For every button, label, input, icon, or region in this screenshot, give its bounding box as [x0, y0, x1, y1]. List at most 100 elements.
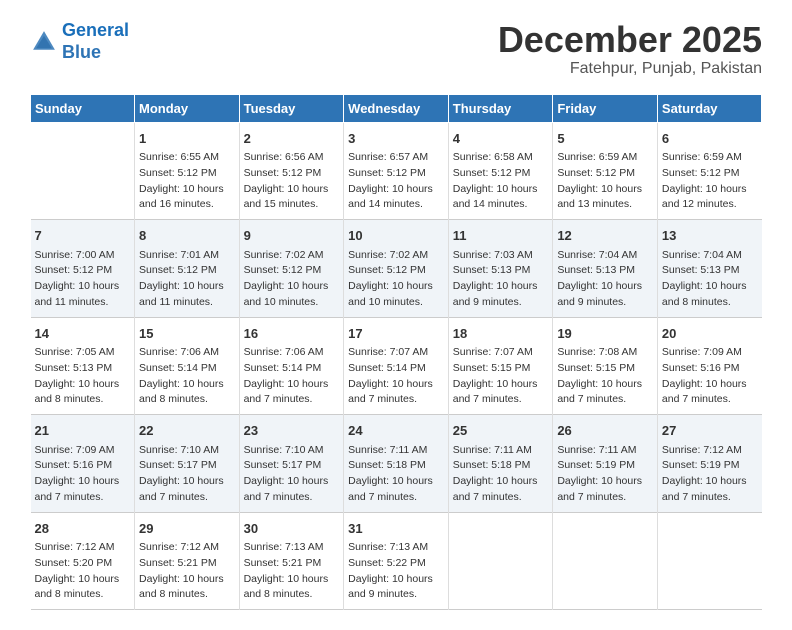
logo: General Blue [30, 20, 129, 63]
weekday-header: Thursday [448, 94, 553, 122]
day-info: Sunrise: 7:02 AM Sunset: 5:12 PM Dayligh… [244, 248, 340, 311]
calendar-cell: 22Sunrise: 7:10 AM Sunset: 5:17 PM Dayli… [135, 415, 240, 513]
day-info: Sunrise: 6:56 AM Sunset: 5:12 PM Dayligh… [244, 150, 340, 213]
day-info: Sunrise: 7:09 AM Sunset: 5:16 PM Dayligh… [662, 345, 758, 408]
day-number: 1 [139, 129, 235, 149]
calendar-week-row: 1Sunrise: 6:55 AM Sunset: 5:12 PM Daylig… [31, 122, 762, 220]
day-number: 24 [348, 421, 444, 441]
weekday-header: Tuesday [239, 94, 344, 122]
logo-icon [30, 28, 58, 56]
calendar-cell [553, 512, 658, 610]
calendar-cell: 23Sunrise: 7:10 AM Sunset: 5:17 PM Dayli… [239, 415, 344, 513]
weekday-header: Saturday [657, 94, 761, 122]
day-info: Sunrise: 7:12 AM Sunset: 5:21 PM Dayligh… [139, 540, 235, 603]
day-info: Sunrise: 7:02 AM Sunset: 5:12 PM Dayligh… [348, 248, 444, 311]
calendar-cell: 6Sunrise: 6:59 AM Sunset: 5:12 PM Daylig… [657, 122, 761, 220]
calendar-cell: 11Sunrise: 7:03 AM Sunset: 5:13 PM Dayli… [448, 220, 553, 318]
calendar-cell: 4Sunrise: 6:58 AM Sunset: 5:12 PM Daylig… [448, 122, 553, 220]
calendar-week-row: 14Sunrise: 7:05 AM Sunset: 5:13 PM Dayli… [31, 317, 762, 415]
day-number: 3 [348, 129, 444, 149]
day-number: 14 [35, 324, 131, 344]
calendar-cell: 10Sunrise: 7:02 AM Sunset: 5:12 PM Dayli… [344, 220, 449, 318]
calendar-cell: 13Sunrise: 7:04 AM Sunset: 5:13 PM Dayli… [657, 220, 761, 318]
calendar-cell: 29Sunrise: 7:12 AM Sunset: 5:21 PM Dayli… [135, 512, 240, 610]
day-number: 27 [662, 421, 758, 441]
day-number: 30 [244, 519, 340, 539]
day-info: Sunrise: 7:11 AM Sunset: 5:18 PM Dayligh… [453, 443, 549, 506]
day-info: Sunrise: 7:08 AM Sunset: 5:15 PM Dayligh… [557, 345, 653, 408]
day-info: Sunrise: 7:13 AM Sunset: 5:22 PM Dayligh… [348, 540, 444, 603]
location-subtitle: Fatehpur, Punjab, Pakistan [498, 60, 762, 78]
day-number: 26 [557, 421, 653, 441]
calendar-cell: 9Sunrise: 7:02 AM Sunset: 5:12 PM Daylig… [239, 220, 344, 318]
weekday-header: Friday [553, 94, 658, 122]
calendar-cell: 17Sunrise: 7:07 AM Sunset: 5:14 PM Dayli… [344, 317, 449, 415]
day-number: 21 [35, 421, 131, 441]
day-number: 31 [348, 519, 444, 539]
day-number: 5 [557, 129, 653, 149]
day-number: 13 [662, 226, 758, 246]
day-info: Sunrise: 7:07 AM Sunset: 5:15 PM Dayligh… [453, 345, 549, 408]
day-info: Sunrise: 7:10 AM Sunset: 5:17 PM Dayligh… [139, 443, 235, 506]
day-info: Sunrise: 7:11 AM Sunset: 5:19 PM Dayligh… [557, 443, 653, 506]
calendar-cell: 3Sunrise: 6:57 AM Sunset: 5:12 PM Daylig… [344, 122, 449, 220]
day-number: 18 [453, 324, 549, 344]
calendar-week-row: 21Sunrise: 7:09 AM Sunset: 5:16 PM Dayli… [31, 415, 762, 513]
day-number: 9 [244, 226, 340, 246]
weekday-header: Wednesday [344, 94, 449, 122]
day-number: 7 [35, 226, 131, 246]
calendar-cell [657, 512, 761, 610]
day-info: Sunrise: 6:59 AM Sunset: 5:12 PM Dayligh… [662, 150, 758, 213]
day-number: 2 [244, 129, 340, 149]
day-info: Sunrise: 7:12 AM Sunset: 5:19 PM Dayligh… [662, 443, 758, 506]
day-number: 25 [453, 421, 549, 441]
calendar-cell: 7Sunrise: 7:00 AM Sunset: 5:12 PM Daylig… [31, 220, 135, 318]
day-number: 12 [557, 226, 653, 246]
day-info: Sunrise: 7:06 AM Sunset: 5:14 PM Dayligh… [139, 345, 235, 408]
day-number: 28 [35, 519, 131, 539]
day-info: Sunrise: 7:09 AM Sunset: 5:16 PM Dayligh… [35, 443, 131, 506]
calendar-cell: 14Sunrise: 7:05 AM Sunset: 5:13 PM Dayli… [31, 317, 135, 415]
page-header: General Blue December 2025 Fatehpur, Pun… [30, 20, 762, 78]
day-number: 11 [453, 226, 549, 246]
day-info: Sunrise: 7:04 AM Sunset: 5:13 PM Dayligh… [662, 248, 758, 311]
calendar-cell: 15Sunrise: 7:06 AM Sunset: 5:14 PM Dayli… [135, 317, 240, 415]
day-number: 23 [244, 421, 340, 441]
day-info: Sunrise: 7:11 AM Sunset: 5:18 PM Dayligh… [348, 443, 444, 506]
day-info: Sunrise: 6:55 AM Sunset: 5:12 PM Dayligh… [139, 150, 235, 213]
day-info: Sunrise: 7:01 AM Sunset: 5:12 PM Dayligh… [139, 248, 235, 311]
calendar-cell: 27Sunrise: 7:12 AM Sunset: 5:19 PM Dayli… [657, 415, 761, 513]
day-number: 19 [557, 324, 653, 344]
calendar-week-row: 7Sunrise: 7:00 AM Sunset: 5:12 PM Daylig… [31, 220, 762, 318]
day-info: Sunrise: 7:00 AM Sunset: 5:12 PM Dayligh… [35, 248, 131, 311]
calendar-table: SundayMondayTuesdayWednesdayThursdayFrid… [30, 94, 762, 611]
calendar-cell: 2Sunrise: 6:56 AM Sunset: 5:12 PM Daylig… [239, 122, 344, 220]
day-number: 29 [139, 519, 235, 539]
calendar-cell: 18Sunrise: 7:07 AM Sunset: 5:15 PM Dayli… [448, 317, 553, 415]
calendar-week-row: 28Sunrise: 7:12 AM Sunset: 5:20 PM Dayli… [31, 512, 762, 610]
calendar-cell: 31Sunrise: 7:13 AM Sunset: 5:22 PM Dayli… [344, 512, 449, 610]
calendar-cell: 20Sunrise: 7:09 AM Sunset: 5:16 PM Dayli… [657, 317, 761, 415]
day-number: 10 [348, 226, 444, 246]
day-number: 15 [139, 324, 235, 344]
day-info: Sunrise: 6:59 AM Sunset: 5:12 PM Dayligh… [557, 150, 653, 213]
calendar-body: 1Sunrise: 6:55 AM Sunset: 5:12 PM Daylig… [31, 122, 762, 610]
day-info: Sunrise: 7:05 AM Sunset: 5:13 PM Dayligh… [35, 345, 131, 408]
day-number: 8 [139, 226, 235, 246]
calendar-cell: 16Sunrise: 7:06 AM Sunset: 5:14 PM Dayli… [239, 317, 344, 415]
day-info: Sunrise: 7:12 AM Sunset: 5:20 PM Dayligh… [35, 540, 131, 603]
calendar-cell: 30Sunrise: 7:13 AM Sunset: 5:21 PM Dayli… [239, 512, 344, 610]
calendar-cell: 19Sunrise: 7:08 AM Sunset: 5:15 PM Dayli… [553, 317, 658, 415]
day-number: 16 [244, 324, 340, 344]
day-number: 4 [453, 129, 549, 149]
day-number: 17 [348, 324, 444, 344]
day-info: Sunrise: 6:57 AM Sunset: 5:12 PM Dayligh… [348, 150, 444, 213]
calendar-header-row: SundayMondayTuesdayWednesdayThursdayFrid… [31, 94, 762, 122]
day-info: Sunrise: 7:06 AM Sunset: 5:14 PM Dayligh… [244, 345, 340, 408]
day-number: 22 [139, 421, 235, 441]
day-number: 20 [662, 324, 758, 344]
day-info: Sunrise: 7:10 AM Sunset: 5:17 PM Dayligh… [244, 443, 340, 506]
calendar-cell: 1Sunrise: 6:55 AM Sunset: 5:12 PM Daylig… [135, 122, 240, 220]
day-info: Sunrise: 6:58 AM Sunset: 5:12 PM Dayligh… [453, 150, 549, 213]
day-info: Sunrise: 7:04 AM Sunset: 5:13 PM Dayligh… [557, 248, 653, 311]
